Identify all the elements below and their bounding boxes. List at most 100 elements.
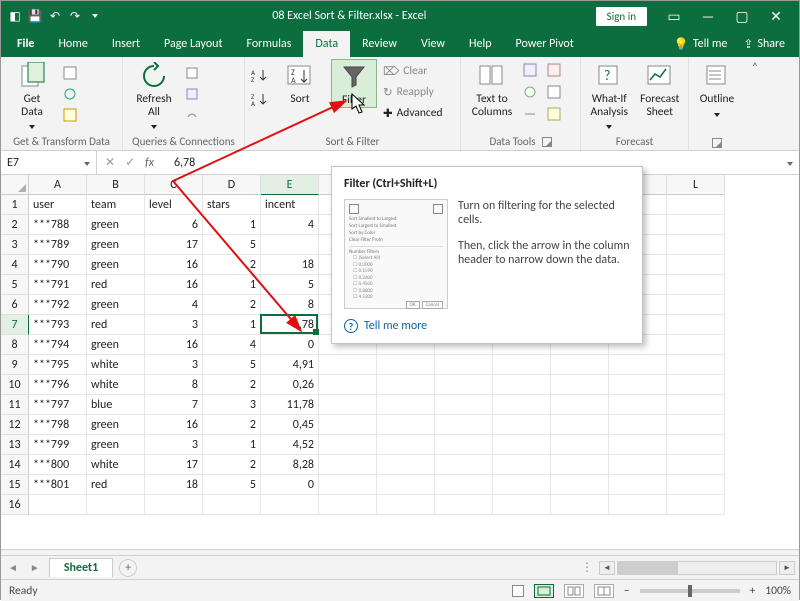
cell[interactable]: [377, 375, 435, 395]
cell[interactable]: [435, 455, 493, 475]
col-header[interactable]: D: [203, 175, 261, 195]
cell[interactable]: [377, 475, 435, 495]
tab-view[interactable]: View: [409, 31, 457, 57]
edit-links-button[interactable]: [185, 105, 199, 125]
cell[interactable]: [319, 475, 377, 495]
tell-me-more-link[interactable]: ? Tell me more: [344, 319, 630, 333]
name-box[interactable]: E7: [1, 151, 97, 174]
ribbon-opts-icon[interactable]: ▭: [657, 2, 691, 30]
save-icon[interactable]: 💾: [27, 8, 43, 24]
cell[interactable]: 16: [145, 255, 203, 275]
cancel-icon[interactable]: ✕: [105, 155, 115, 170]
cell[interactable]: 0: [261, 335, 319, 355]
cell[interactable]: ***795: [29, 355, 87, 375]
cell[interactable]: 8: [145, 375, 203, 395]
view-pagelayout-button[interactable]: [564, 584, 584, 598]
row-header[interactable]: 9: [1, 355, 29, 375]
cell[interactable]: [609, 395, 667, 415]
share-button[interactable]: ⇪Share: [737, 37, 791, 52]
consolidate-button[interactable]: [547, 85, 567, 103]
autosave-icon[interactable]: ◧: [7, 8, 23, 24]
filter-button[interactable]: Filter: [331, 59, 377, 108]
cell[interactable]: [609, 455, 667, 475]
minimize-icon[interactable]: —: [691, 2, 725, 30]
redo-icon[interactable]: ↷: [67, 8, 83, 24]
tab-page-layout[interactable]: Page Layout: [152, 31, 234, 57]
clear-button[interactable]: ⌦Clear: [383, 61, 443, 81]
queries-button[interactable]: [185, 63, 199, 83]
cell[interactable]: 2: [203, 295, 261, 315]
row-header[interactable]: 1: [1, 195, 29, 215]
cell[interactable]: ***800: [29, 455, 87, 475]
cell[interactable]: ***798: [29, 415, 87, 435]
cell[interactable]: [319, 495, 377, 515]
cell[interactable]: [203, 495, 261, 515]
cell[interactable]: [493, 395, 551, 415]
cell[interactable]: [667, 395, 725, 415]
cell[interactable]: [377, 435, 435, 455]
reapply-button[interactable]: ↻Reapply: [383, 82, 443, 102]
cell[interactable]: [551, 455, 609, 475]
dialog-launcher-icon[interactable]: [542, 137, 552, 147]
zoom-level[interactable]: 100%: [765, 584, 791, 598]
tab-nav-prev[interactable]: ◄: [5, 561, 21, 574]
cell[interactable]: ***801: [29, 475, 87, 495]
remove-dup-button[interactable]: [547, 63, 567, 81]
cell[interactable]: 1: [203, 435, 261, 455]
row-header[interactable]: 6: [1, 295, 29, 315]
tell-me-button[interactable]: 💡Tell me: [668, 37, 733, 52]
cell[interactable]: 5: [261, 275, 319, 295]
cell[interactable]: ***790: [29, 255, 87, 275]
cell[interactable]: [667, 255, 725, 275]
cell[interactable]: [377, 355, 435, 375]
row-header[interactable]: 4: [1, 255, 29, 275]
cell[interactable]: red: [87, 475, 145, 495]
cell[interactable]: stars: [203, 195, 261, 215]
tab-formulas[interactable]: Formulas: [234, 31, 303, 57]
cell[interactable]: [435, 395, 493, 415]
cell[interactable]: 6: [145, 215, 203, 235]
cell[interactable]: incent: [261, 195, 319, 215]
cell[interactable]: [435, 495, 493, 515]
hscroll-track[interactable]: [617, 561, 777, 575]
row-header[interactable]: 10: [1, 375, 29, 395]
cell[interactable]: red: [87, 315, 145, 335]
cell[interactable]: 18: [145, 475, 203, 495]
cell[interactable]: [667, 475, 725, 495]
cell[interactable]: team: [87, 195, 145, 215]
cell[interactable]: [145, 495, 203, 515]
view-pagebreak-button[interactable]: [594, 584, 614, 598]
cell[interactable]: [261, 495, 319, 515]
cell[interactable]: [609, 475, 667, 495]
advanced-button[interactable]: ✚Advanced: [383, 103, 443, 123]
tab-home[interactable]: Home: [46, 31, 99, 57]
cell[interactable]: [551, 435, 609, 455]
cell[interactable]: 6,78: [261, 315, 319, 335]
cell[interactable]: [87, 495, 145, 515]
sort-za-button[interactable]: ZA: [251, 89, 269, 109]
cell[interactable]: level: [145, 195, 203, 215]
cell[interactable]: 5: [203, 235, 261, 255]
cell[interactable]: 1: [203, 315, 261, 335]
cell[interactable]: [493, 495, 551, 515]
cell[interactable]: 17: [145, 235, 203, 255]
cell[interactable]: ***799: [29, 435, 87, 455]
tab-data[interactable]: Data: [303, 31, 350, 57]
cell[interactable]: [667, 435, 725, 455]
cell[interactable]: green: [87, 295, 145, 315]
zoom-in-button[interactable]: +: [750, 584, 756, 598]
cell[interactable]: [435, 415, 493, 435]
formula-expand-icon[interactable]: [781, 151, 799, 174]
cell[interactable]: [493, 435, 551, 455]
cell[interactable]: [493, 355, 551, 375]
cell[interactable]: [609, 355, 667, 375]
cell[interactable]: [435, 355, 493, 375]
cell[interactable]: white: [87, 375, 145, 395]
tab-nav-next[interactable]: ►: [27, 561, 43, 574]
cell[interactable]: [551, 395, 609, 415]
cell[interactable]: blue: [87, 395, 145, 415]
row-header[interactable]: 2: [1, 215, 29, 235]
cell[interactable]: 1: [203, 275, 261, 295]
cell[interactable]: [551, 375, 609, 395]
cell[interactable]: 3: [145, 435, 203, 455]
